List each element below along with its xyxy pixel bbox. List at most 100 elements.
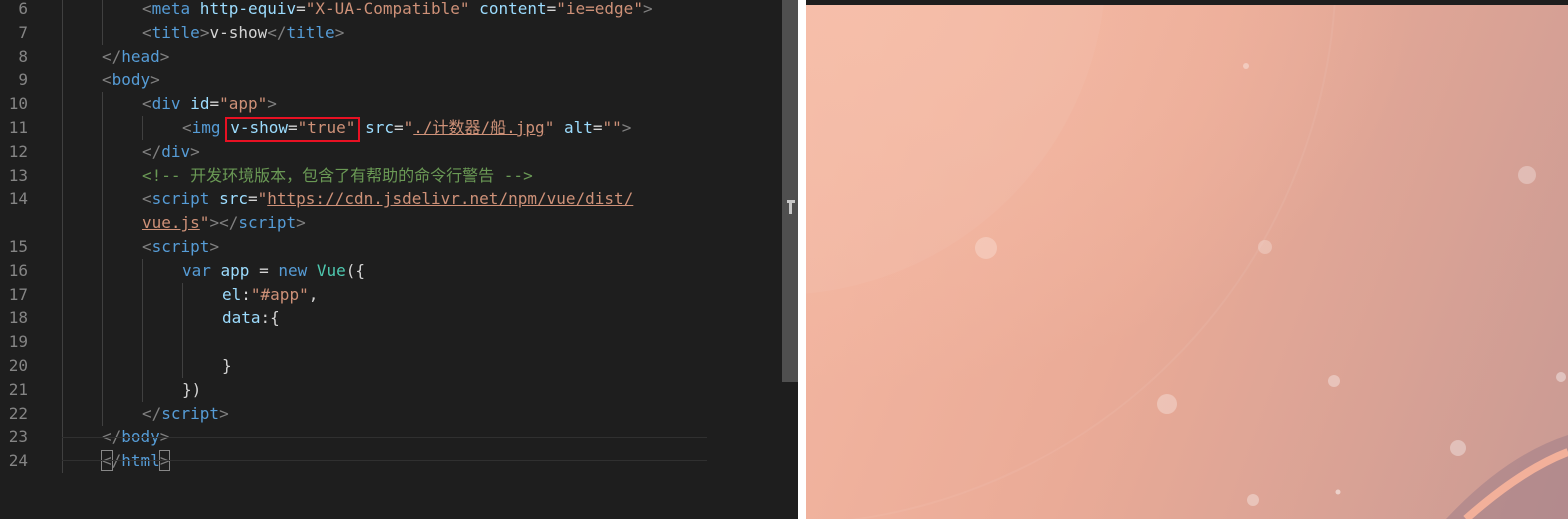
code-line[interactable]: 13 <!-- 开发环境版本，包含了有帮助的命令行警告 --> — [0, 163, 782, 188]
code-editor[interactable]: 6 <meta http-equiv="X-UA-Compatible" cont… — [0, 0, 782, 519]
code-token: new — [278, 260, 308, 280]
indent-guide — [182, 330, 183, 355]
indent-guide — [102, 116, 103, 140]
code-text: <title>v-show</title> — [142, 21, 344, 45]
code-line[interactable]: 8 </head> — [0, 44, 782, 69]
code-line[interactable]: 10 <div id="app"> — [0, 92, 782, 117]
code-token: title — [151, 22, 200, 42]
indent-guide — [62, 282, 63, 307]
code-line[interactable]: 7 <title>v-show</title> — [0, 20, 782, 45]
code-line[interactable]: 21}) — [0, 377, 782, 402]
code-line[interactable]: 9 <body> — [0, 68, 782, 93]
code-text: <img v-show="true" src="./计数器/船.jpg" alt… — [182, 116, 631, 140]
code-token: </ — [102, 46, 122, 66]
code-token: "ie=edge" — [556, 0, 643, 18]
code-token: > — [159, 46, 170, 66]
code-line[interactable]: vue.js"></script> — [0, 211, 782, 236]
line-number: 22 — [8, 403, 28, 423]
code-token: > — [642, 0, 653, 18]
code-token: > — [621, 118, 632, 137]
code-line[interactable]: 20} — [0, 354, 782, 378]
line-number: 24 — [8, 451, 28, 471]
indent-guide — [62, 0, 63, 21]
code-token: alt — [554, 118, 593, 137]
indent-guide — [102, 258, 103, 283]
code-token: :{ — [260, 308, 280, 328]
code-line[interactable]: 6 <meta http-equiv="X-UA-Compatible" cont… — [0, 0, 782, 21]
code-token: = — [249, 260, 279, 280]
code-token: ({ — [345, 260, 366, 280]
code-token: = — [393, 118, 404, 137]
code-token: </ — [142, 141, 162, 161]
code-token: > — [190, 141, 200, 161]
code-token: < — [142, 22, 152, 42]
code-line[interactable]: 12 </div> — [0, 139, 782, 164]
code-line[interactable]: 24 </html> — [0, 449, 782, 474]
code-text: var app = new Vue({ — [182, 259, 365, 283]
code-text: data:{ — [222, 306, 280, 330]
code-token: : — [241, 284, 251, 304]
indent-guide — [142, 258, 143, 283]
line-number: 21 — [8, 379, 28, 399]
code-line[interactable]: 17 el:"#app", — [0, 282, 782, 307]
indent-guide — [102, 0, 103, 21]
indent-guide — [102, 211, 103, 236]
indent-guide — [102, 377, 103, 402]
code-line[interactable]: 19 — [0, 330, 782, 355]
code-token: script — [161, 403, 220, 423]
code-token: = — [247, 189, 258, 209]
code-text: <script> — [142, 235, 219, 259]
line-number: 18 — [8, 308, 28, 328]
code-line[interactable]: 18 data:{ — [0, 306, 782, 331]
code-token: script — [151, 237, 210, 256]
code-token: meta — [151, 0, 191, 18]
code-line[interactable]: 16 var app = new Vue({ — [0, 258, 782, 283]
code-token: < — [142, 0, 152, 18]
current-line-frame — [62, 460, 707, 461]
code-token: title — [286, 22, 335, 42]
code-line[interactable]: 14 <script src="https://cdn.jsdelivr.net/… — [0, 187, 782, 212]
code-line[interactable]: 22 </script> — [0, 401, 782, 426]
boat-wallpaper-image — [806, 5, 1568, 519]
code-token: " — [544, 118, 555, 137]
code-token: ./计数器/船.jpg — [413, 118, 545, 137]
line-number: 8 — [18, 46, 28, 66]
code-token: img — [191, 118, 221, 137]
code-token: " — [199, 213, 210, 233]
code-text: <div id="app"> — [142, 92, 277, 116]
line-number: 11 — [8, 118, 28, 137]
code-text: el:"#app", — [222, 283, 318, 307]
indent-guide — [142, 377, 143, 402]
code-token: script — [238, 213, 297, 233]
code-token: vue.js — [142, 213, 200, 233]
code-token: "true" — [297, 118, 356, 137]
indent-guide — [182, 354, 183, 378]
code-text: }) — [182, 378, 201, 402]
code-line[interactable]: 11 <img v-show="true" src="./计数器/船.jpg" a… — [0, 116, 782, 140]
code-token: content — [469, 0, 547, 18]
code-token: </ — [142, 403, 162, 423]
line-number: 20 — [8, 356, 28, 375]
editor-scrollbar-thumb[interactable] — [782, 0, 798, 382]
code-token: > — [267, 94, 277, 114]
indent-guide — [62, 330, 63, 355]
code-token: " — [257, 189, 268, 209]
code-token: < — [182, 118, 192, 137]
line-number: 19 — [8, 332, 28, 352]
indent-guide — [62, 163, 63, 188]
indent-guide — [62, 68, 63, 93]
indent-guide — [102, 401, 103, 426]
line-number: 9 — [18, 70, 28, 90]
indent-guide — [62, 354, 63, 378]
code-token: body — [111, 70, 151, 90]
code-line[interactable]: 15 <script> — [0, 235, 782, 259]
indent-guide — [62, 187, 63, 212]
indent-guide — [102, 235, 103, 259]
code-text: </script> — [142, 402, 229, 426]
indent-guide — [142, 116, 143, 140]
indent-guide — [182, 282, 183, 307]
line-number: 13 — [8, 165, 28, 185]
code-token: " — [403, 118, 414, 137]
code-token: = — [296, 0, 306, 18]
